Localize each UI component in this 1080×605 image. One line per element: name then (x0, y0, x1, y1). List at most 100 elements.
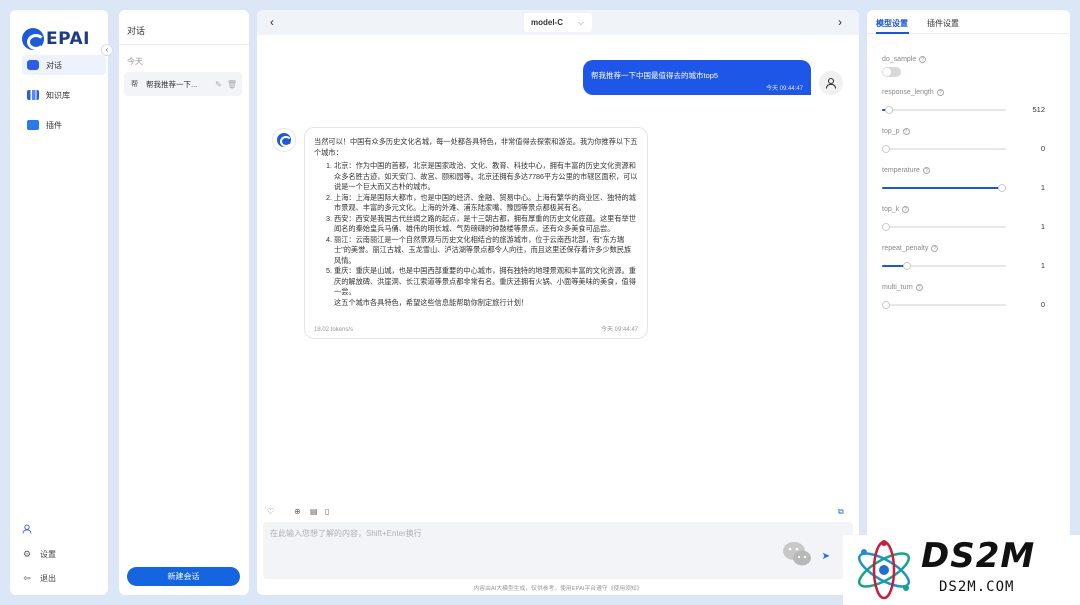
list-item: 丽江：云南丽江是一个自然景观与历史文化相结合的旅游城市，位于云南西北部，有"东方… (334, 235, 638, 267)
watermark: DS2M DS2M.COM (843, 535, 1080, 605)
chat-panel: ‹ model-C ⌵ › 帮我推荐一下中国最值得去的城市top5 今天 09:… (257, 10, 859, 595)
param-top-k: top_k? 1 (882, 206, 1052, 236)
chevron-right-icon[interactable]: › (838, 15, 842, 29)
chat-header: ‹ model-C ⌵ › (257, 10, 859, 35)
slider-handle[interactable] (882, 301, 890, 309)
param-label: response_length (882, 89, 934, 96)
param-value: 1 (1040, 261, 1045, 270)
settings-label: 设置 (40, 550, 56, 559)
param-value: 1 (1040, 222, 1045, 231)
conversation-panel-title: 对话 (127, 26, 146, 36)
slider-track[interactable] (882, 184, 1006, 192)
conversation-panel: 对话 今天 帮 帮我推荐一下... ✎ 🗑︎ 新建会话 (119, 10, 249, 595)
slider-handle[interactable] (998, 184, 1006, 192)
delete-icon[interactable]: 🗑︎ (227, 80, 237, 89)
help-icon[interactable]: ? (902, 128, 910, 135)
slider-handle[interactable] (882, 145, 890, 153)
slider-track[interactable] (882, 301, 1006, 309)
settings-button[interactable]: ⚙ 设置 (22, 549, 56, 560)
logout-label: 退出 (40, 574, 56, 583)
user-message: 帮我推荐一下中国最值得去的城市top5 今天 09:44:47 (583, 60, 811, 95)
tab-plugin-settings[interactable]: 插件设置 (927, 18, 959, 29)
user-icon (825, 77, 837, 89)
message-input-placeholder: 在此输入您想了解的内容，Shift+Enter换行 (270, 529, 422, 538)
chat-icon (27, 60, 39, 70)
image-icon[interactable]: ▤ (310, 507, 318, 516)
generation-speed: 18.02 tokens/s (314, 326, 354, 333)
nav-item-label: 知识库 (46, 90, 70, 100)
param-top-p: top_p? 0 (882, 128, 1052, 158)
user-avatar-button[interactable] (22, 524, 40, 534)
help-icon[interactable]: ? (931, 245, 939, 252)
conversation-item[interactable]: 帮 帮我推荐一下... ✎ 🗑︎ (124, 72, 242, 96)
param-value: 1 (1040, 183, 1045, 192)
brand-name: EPAI (46, 29, 90, 49)
help-icon[interactable]: ? (936, 89, 944, 96)
left-rail: EPAI 对话 知识库 插件 ⚙ 设置 ⇦ 退出 (10, 10, 108, 595)
assistant-avatar (272, 128, 296, 152)
message-timestamp: 今天 09:44:47 (600, 326, 638, 333)
nav-item-chat[interactable]: 对话 (22, 55, 106, 75)
list-item: 上海：上海是国际大都市，也是中国的经济、金融、贸易中心。上海有繁华的商业区、独特… (334, 193, 638, 214)
conversation-group-label: 今天 (127, 57, 143, 66)
nav-item-plugins[interactable]: 插件 (22, 115, 106, 135)
assistant-outro: 这五个城市各具特色，希望这些信息能帮助你制定旅行计划！ (334, 297, 529, 307)
chevron-left-icon[interactable]: ‹ (270, 15, 274, 29)
param-label: top_k (882, 206, 900, 213)
slider-handle[interactable] (902, 262, 911, 270)
document-icon[interactable]: ▯ (325, 507, 329, 516)
slider-fill (882, 187, 1006, 189)
ai-disclaimer: 内容由AI大模型生成，仅供参考。使用EPAI平台遵守《使用须知》 (473, 586, 643, 592)
help-icon[interactable]: ? (919, 56, 927, 63)
globe-icon[interactable]: ⊕ (294, 507, 301, 516)
chevron-left-icon: ‹ (105, 45, 109, 54)
slider-track[interactable] (882, 106, 1006, 114)
param-label: multi_turn (882, 284, 913, 291)
param-value: 0 (1040, 144, 1045, 153)
param-label: do_sample (882, 56, 917, 63)
help-icon[interactable]: ? (915, 284, 923, 291)
input-toolbar: ♡ ⊕ ▤ ▯ ⧉ (267, 507, 851, 519)
active-tab-indicator (876, 32, 909, 34)
param-response-length: response_length? 512 (882, 89, 1052, 119)
send-icon[interactable]: ➤ (822, 551, 830, 562)
chevron-down-icon: ⌵ (577, 17, 584, 27)
assistant-message: 当然可以！中国有众多历史文化名城，每一处都各具特色，非常值得去探索和游览。我为你… (304, 127, 648, 339)
brand-logo[interactable]: EPAI (22, 27, 90, 51)
slider-track[interactable] (882, 145, 1006, 153)
do-sample-toggle[interactable] (882, 67, 901, 77)
param-value: 512 (1032, 105, 1045, 114)
slider-track[interactable] (882, 262, 1006, 270)
logout-icon: ⇦ (23, 573, 31, 583)
atom-logo-icon (857, 540, 911, 600)
slider-track[interactable] (882, 223, 1006, 231)
settings-tabs: 模型设置 插件设置 (867, 10, 1070, 34)
slider-handle[interactable] (882, 223, 890, 231)
new-topic-icon[interactable]: ⧉ (838, 507, 844, 517)
user-avatar (819, 71, 843, 95)
brand-logo-icon (22, 28, 45, 50)
new-chat-button[interactable]: 新建会话 (127, 567, 240, 586)
tab-model-settings[interactable]: 模型设置 (876, 18, 908, 29)
settings-panel: 模型设置 插件设置 do_sample? response_length? 51… (867, 10, 1070, 595)
message-input[interactable]: 在此输入您想了解的内容，Shift+Enter换行 ➤ (263, 522, 853, 579)
heart-icon[interactable]: ♡ (267, 507, 274, 516)
model-select[interactable]: model-C ⌵ (524, 13, 592, 32)
assistant-intro: 当然可以！中国有众多历史文化名城，每一处都各具特色，非常值得去探索和游览。我为你… (314, 137, 638, 157)
plugin-icon (27, 120, 39, 130)
logout-button[interactable]: ⇦ 退出 (22, 573, 56, 584)
list-item: 北京：作为中国的首都，北京是国家政治、文化、教育、科技中心，拥有丰富的历史文化资… (334, 161, 638, 193)
message-timestamp: 今天 09:44:47 (765, 86, 803, 92)
nav-item-knowledge[interactable]: 知识库 (22, 85, 106, 105)
books-icon (27, 90, 39, 100)
edit-icon[interactable]: ✎ (215, 80, 222, 89)
param-label: top_p (882, 128, 900, 135)
collapse-sidebar-button[interactable]: ‹ (101, 44, 113, 56)
wechat-icon (783, 542, 811, 566)
divider (119, 44, 249, 45)
slider-handle[interactable] (885, 106, 894, 114)
help-icon[interactable]: ? (922, 167, 930, 174)
help-icon[interactable]: ? (902, 206, 910, 213)
nav-item-label: 插件 (46, 120, 62, 130)
list-item: 西安：西安是我国古代丝绸之路的起点，是十三朝古都，拥有厚重的历史文化底蕴。这里有… (334, 214, 638, 235)
